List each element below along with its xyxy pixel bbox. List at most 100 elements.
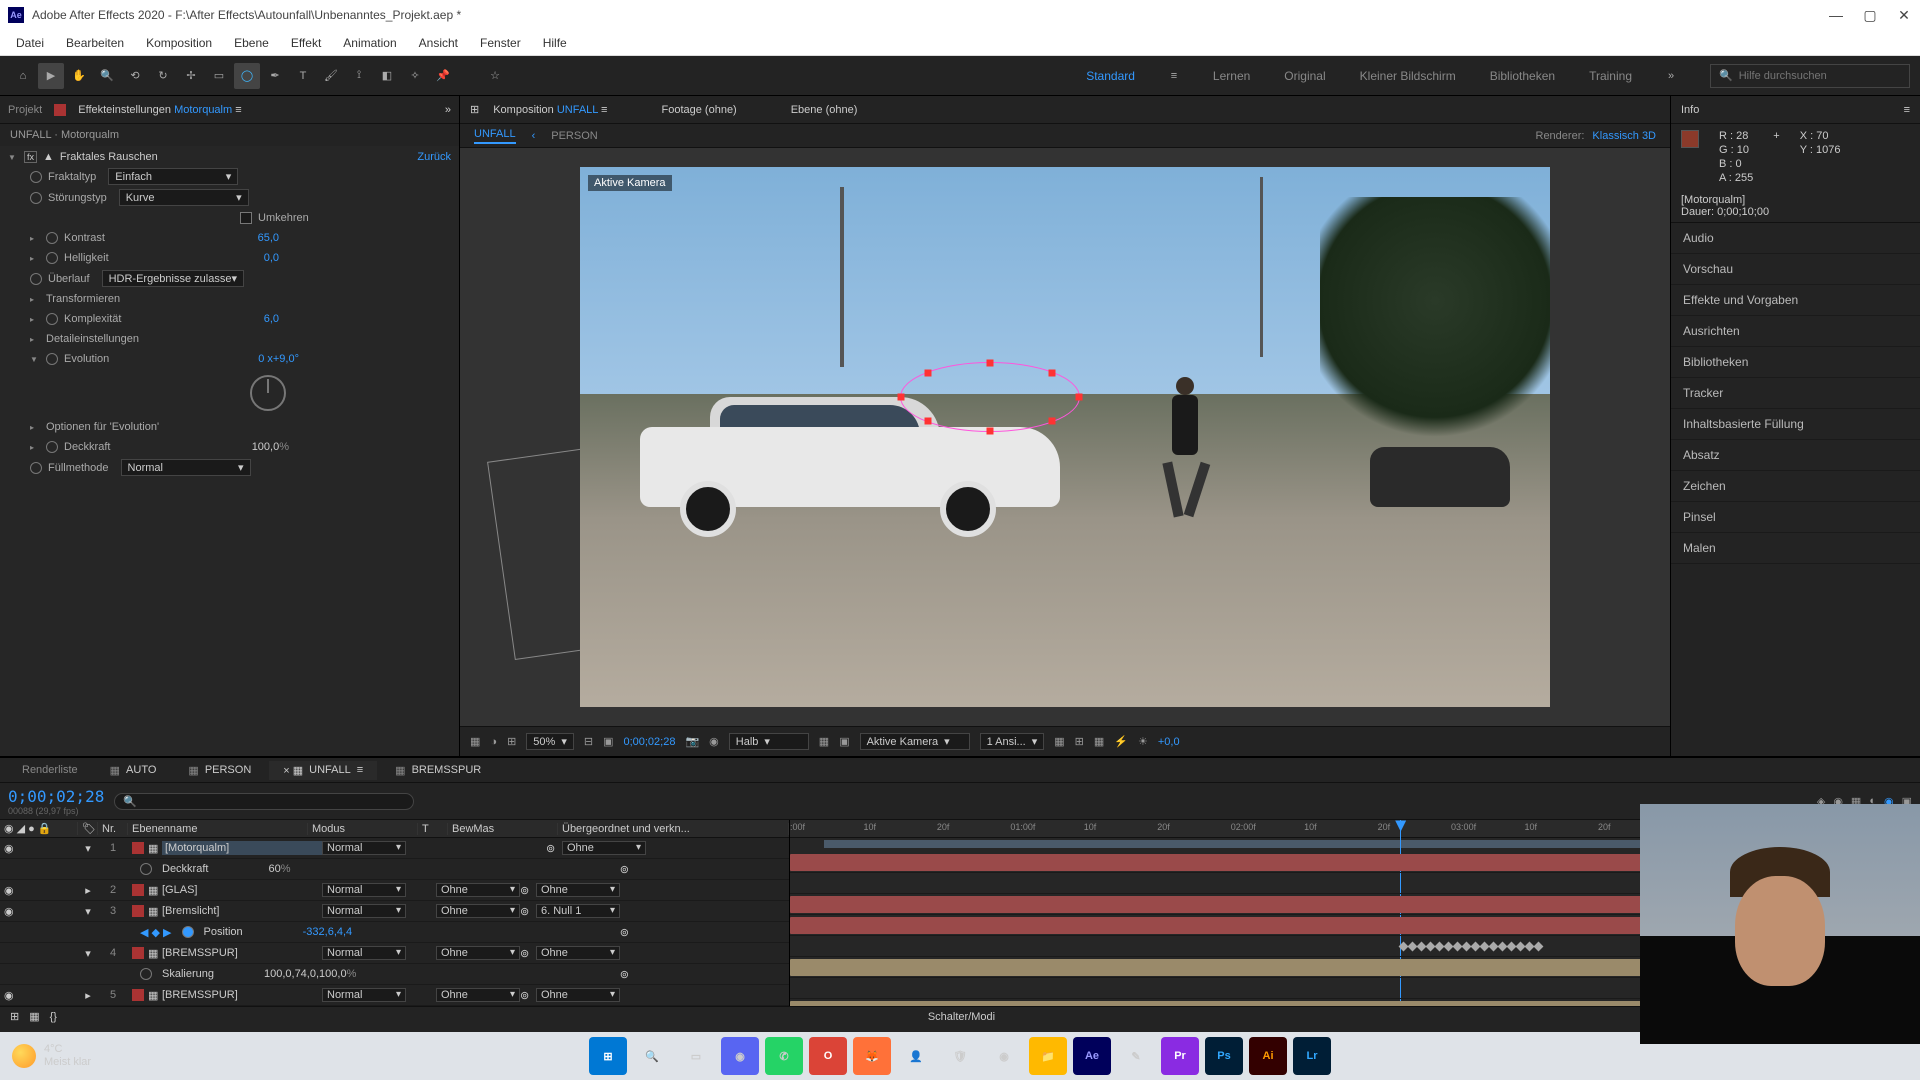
stopwatch-icon[interactable] [46, 252, 58, 264]
menu-datei[interactable]: Datei [6, 32, 54, 54]
eraser-tool-icon[interactable]: ◧ [374, 63, 400, 89]
stopwatch-icon[interactable] [46, 313, 58, 325]
composition-viewer[interactable]: Aktive Kamera [580, 167, 1550, 707]
layer-deckkraft-value[interactable]: 60% [268, 863, 290, 875]
panel-zeichen[interactable]: Zeichen [1671, 471, 1920, 502]
storungstyp-dropdown[interactable]: Kurve▾ [119, 189, 249, 206]
menu-ebene[interactable]: Ebene [224, 32, 279, 54]
taskbar-after-effects[interactable]: Ae [1073, 1037, 1111, 1075]
blend-mode-dropdown[interactable]: Normal▾ [322, 988, 406, 1002]
zoom-tool-icon[interactable]: 🔍 [94, 63, 120, 89]
taskbar-app-red[interactable]: O [809, 1037, 847, 1075]
panel-bibliotheken[interactable]: Bibliotheken [1671, 347, 1920, 378]
twirl-icon[interactable]: ▸ [30, 335, 40, 344]
grid3d-icon[interactable]: ⊞ [1075, 735, 1084, 748]
panel-overflow-icon[interactable]: » [445, 104, 451, 116]
layer-row[interactable]: ◉ ▸ 5 ▦ [BREMSSPUR] Normal▾ Ohne▾ ⊚ Ohne… [0, 985, 789, 1006]
label-color[interactable] [132, 905, 144, 917]
comp-grip-icon[interactable]: ⊞ [470, 103, 479, 116]
label-color[interactable] [132, 842, 144, 854]
taskbar-start[interactable]: ⊞ [589, 1037, 627, 1075]
brush-tool-icon[interactable]: 🖌 [318, 63, 344, 89]
blend-mode-dropdown[interactable]: Normal▾ [322, 841, 406, 855]
layer-row[interactable]: ◉ ▸ 2 ▦ [GLAS] Normal▾ Ohne▾ ⊚ Ohne▾ [0, 880, 789, 901]
hand-tool-icon[interactable]: ✋ [66, 63, 92, 89]
uberlauf-dropdown[interactable]: HDR-Ergebnisse zulasse▾ [102, 270, 244, 287]
umkehren-checkbox[interactable] [240, 212, 252, 224]
alpha-icon[interactable]: ▦ [470, 735, 480, 748]
3d-icon[interactable]: ▣ [839, 735, 849, 748]
close-button[interactable]: ✕ [1896, 7, 1912, 23]
twirl-icon[interactable]: ▸ [30, 315, 40, 324]
toggle-in-out-icon[interactable]: {} [50, 1011, 57, 1023]
menu-komposition[interactable]: Komposition [136, 32, 222, 54]
evolution-value[interactable]: 0 x+9,0° [258, 353, 299, 365]
layer-name[interactable]: [BREMSSPUR] [162, 947, 322, 959]
tab-footage[interactable]: Footage (ohne) [661, 104, 736, 116]
menu-ansicht[interactable]: Ansicht [409, 32, 468, 54]
parent-dropdown[interactable]: Ohne▾ [536, 883, 620, 897]
tab-projekt[interactable]: Projekt [8, 104, 42, 116]
layer-name[interactable]: [GLAS] [162, 884, 322, 896]
parent-dropdown[interactable]: 6. Null 1▾ [536, 904, 620, 918]
stopwatch-icon[interactable] [30, 192, 42, 204]
taskbar-app[interactable]: 👤 [897, 1037, 935, 1075]
work-area-bar[interactable] [824, 840, 1739, 848]
stopwatch-icon[interactable] [46, 353, 58, 365]
tl-tab-auto[interactable]: ▦ AUTO [96, 761, 171, 780]
guides-icon[interactable]: ⊞ [507, 735, 516, 748]
layer-position-value[interactable]: -332,6,4,4 [303, 926, 353, 938]
res-icon[interactable]: ⊟ [584, 735, 593, 748]
taskbar-illustrator[interactable]: Ai [1249, 1037, 1287, 1075]
tab-effekteinstellungen[interactable]: Effekteinstellungen Motorqualm ≡ [78, 104, 241, 116]
parent-dropdown[interactable]: Ohne▾ [562, 841, 646, 855]
stopwatch-icon[interactable] [30, 462, 42, 474]
pen-tool-icon[interactable]: ✒ [262, 63, 288, 89]
layer-skalierung-value[interactable]: 100,0,74,0,100,0% [264, 968, 356, 980]
twirl-icon[interactable]: ▼ [30, 355, 40, 364]
twirl-icon[interactable]: ▸ [30, 443, 40, 452]
stopwatch-icon[interactable] [30, 273, 42, 285]
blend-mode-dropdown[interactable]: Normal▾ [322, 883, 406, 897]
current-timecode[interactable]: 0;00;02;28 [8, 787, 104, 806]
keyframe-cluster[interactable] [1400, 943, 1542, 951]
roto-tool-icon[interactable]: ✧ [402, 63, 428, 89]
mask-ellipse[interactable] [900, 362, 1080, 432]
puppet-tool-icon[interactable]: 📌 [430, 63, 456, 89]
toggle-modes-icon[interactable]: ▦ [29, 1010, 39, 1023]
panel-ausrichten[interactable]: Ausrichten [1671, 316, 1920, 347]
fullmethode-dropdown[interactable]: Normal▾ [121, 459, 251, 476]
menu-fenster[interactable]: Fenster [470, 32, 531, 54]
stopwatch-active-icon[interactable] [182, 926, 194, 938]
camera-dropdown[interactable]: Aktive Kamera ▾ [860, 733, 970, 750]
menu-hilfe[interactable]: Hilfe [533, 32, 577, 54]
parent-dropdown[interactable]: Ohne▾ [536, 946, 620, 960]
zoom-dropdown[interactable]: 50% ▾ [526, 733, 574, 750]
workspace-overflow-icon[interactable]: » [1658, 63, 1684, 89]
home-tool-icon[interactable]: ⌂ [10, 63, 36, 89]
panel-tracker[interactable]: Tracker [1671, 378, 1920, 409]
deckkraft-value[interactable]: 100,0% [252, 441, 289, 453]
help-search-input[interactable] [1739, 70, 1901, 82]
snapshot-icon[interactable]: 📷 [685, 735, 699, 748]
channel-icon[interactable]: ◉ [709, 735, 719, 748]
tab-komposition[interactable]: Komposition UNFALL ≡ [493, 104, 607, 116]
toggle-switches-icon[interactable]: ⊞ [10, 1010, 19, 1023]
back-icon[interactable]: ‹ [532, 130, 536, 142]
tl-tab-renderliste[interactable]: Renderliste [8, 761, 92, 779]
layer-name[interactable]: [Bremslicht] [162, 905, 322, 917]
resolution-dropdown[interactable]: Halb ▾ [729, 733, 809, 750]
stopwatch-icon[interactable] [46, 232, 58, 244]
taskbar-taskview[interactable]: ▭ [677, 1037, 715, 1075]
type-tool-icon[interactable]: T [290, 63, 316, 89]
fx-toggle-icon[interactable]: ▲ [43, 151, 54, 163]
roi-icon[interactable]: ▣ [603, 735, 613, 748]
trackmatte-dropdown[interactable]: Ohne▾ [436, 988, 520, 1002]
layer-row[interactable]: ◉ ▾ 3 ▦ [Bremslicht] Normal▾ Ohne▾ ⊚ 6. … [0, 901, 789, 922]
twirl-icon[interactable]: ▸ [30, 423, 40, 432]
crumb-person[interactable]: PERSON [551, 130, 597, 142]
komplexitat-value[interactable]: 6,0 [264, 313, 279, 325]
layer-row[interactable]: ▾ 4 ▦ [BREMSSPUR] Normal▾ Ohne▾ ⊚ Ohne▾ [0, 943, 789, 964]
taskbar-premiere[interactable]: Pr [1161, 1037, 1199, 1075]
tl-tab-person[interactable]: ▦ PERSON [174, 761, 265, 780]
